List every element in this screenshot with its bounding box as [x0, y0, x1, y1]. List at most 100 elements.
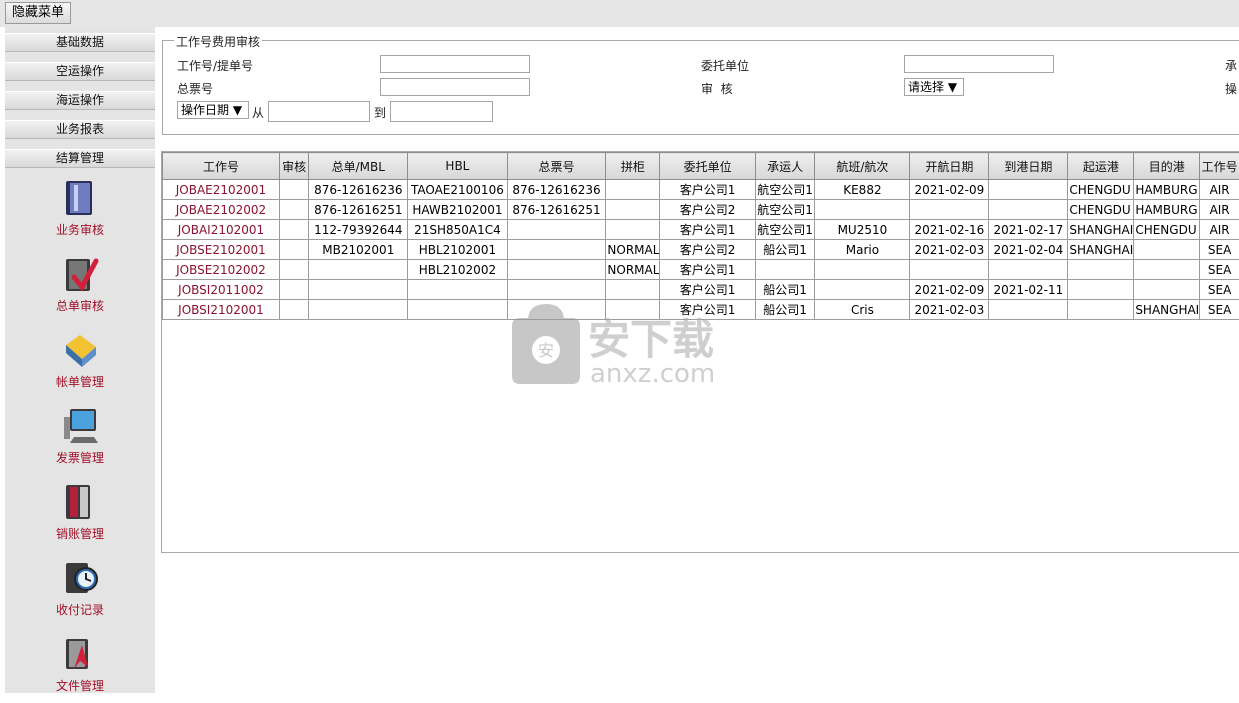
menu-group-reports[interactable]: 业务报表: [5, 120, 155, 139]
table-cell: [815, 200, 910, 220]
menu-group-air-ops[interactable]: 空运操作: [5, 62, 155, 81]
column-header[interactable]: 目的港: [1134, 153, 1200, 180]
table-cell: SHANGHAI: [1134, 300, 1200, 320]
table-cell: 船公司1: [755, 280, 815, 300]
table-row[interactable]: JOBAE2102001876-12616236TAOAE2100106876-…: [163, 180, 1239, 200]
job-no-label: 工作号/提单号: [177, 57, 253, 74]
job-no-cell[interactable]: JOBSI2102001: [163, 300, 280, 320]
table-cell: [606, 180, 660, 200]
sidebar-item-file-management[interactable]: 文件管理: [5, 631, 155, 703]
hide-menu-button[interactable]: 隐藏菜单: [5, 2, 71, 24]
sidebar-item-business-audit[interactable]: 业务审核: [5, 175, 155, 247]
column-header[interactable]: 起运港: [1068, 153, 1134, 180]
folder-icon: [60, 327, 100, 371]
table-row[interactable]: JOBSE2102001MB2102001HBL2102001NORMAL客户公…: [163, 240, 1239, 260]
column-header[interactable]: 开航日期: [910, 153, 989, 180]
job-no-input[interactable]: [380, 55, 530, 73]
table-cell: [507, 220, 606, 240]
column-header[interactable]: 拼柜: [606, 153, 660, 180]
table-row[interactable]: JOBAI2102001112-7939264421SH850A1C4客户公司1…: [163, 220, 1239, 240]
table-cell: [989, 260, 1068, 280]
book-check-icon: [60, 251, 100, 295]
sidebar-item-label: 收付记录: [5, 601, 155, 618]
master-no-input[interactable]: [380, 78, 530, 96]
job-no-cell[interactable]: JOBAE2102001: [163, 180, 280, 200]
audit-label: 审 核: [701, 80, 733, 97]
master-no-label: 总票号: [177, 80, 213, 97]
job-no-cell[interactable]: JOBSE2102002: [163, 260, 280, 280]
job-no-cell[interactable]: JOBAE2102002: [163, 200, 280, 220]
table-cell: [606, 280, 660, 300]
column-header[interactable]: 审核: [279, 153, 308, 180]
table-cell: CHENGDU: [1134, 220, 1200, 240]
table-cell: [507, 300, 606, 320]
table-cell: [309, 300, 408, 320]
table-cell: [507, 240, 606, 260]
table-cell: [815, 260, 910, 280]
table-row[interactable]: JOBSI2011002客户公司1船公司12021-02-092021-02-1…: [163, 280, 1239, 300]
sidebar-item-label: 帐单管理: [5, 373, 155, 390]
job-no-cell[interactable]: JOBSI2011002: [163, 280, 280, 300]
table-cell: [1134, 280, 1200, 300]
table-cell: HBL2102001: [408, 240, 507, 260]
table-cell: 2021-02-17: [989, 220, 1068, 240]
sidebar-item-writeoff-management[interactable]: 销账管理: [5, 479, 155, 551]
sidebar-item-label: 销账管理: [5, 525, 155, 542]
sidebar-item-label: 发票管理: [5, 449, 155, 466]
carrier-label: 承: [1225, 57, 1237, 74]
table-cell: [279, 300, 308, 320]
date-type-select[interactable]: 操作日期 ▼: [177, 101, 249, 119]
date-from-input[interactable]: [268, 101, 370, 122]
table-row[interactable]: JOBSE2102002HBL2102002NORMAL客户公司1SEA: [163, 260, 1239, 280]
top-toolbar: 隐藏菜单: [0, 0, 1239, 27]
table-cell: 2021-02-03: [910, 300, 989, 320]
table-cell: 876-12616251: [309, 200, 408, 220]
column-header[interactable]: 承运人: [755, 153, 815, 180]
date-to-input[interactable]: [390, 101, 493, 122]
menu-group-settlement[interactable]: 结算管理: [5, 149, 155, 168]
column-header[interactable]: 总单/MBL: [309, 153, 408, 180]
table-cell: [507, 280, 606, 300]
table-cell: 客户公司2: [660, 200, 755, 220]
computer-icon: [60, 403, 100, 447]
table-cell: 2021-02-09: [910, 280, 989, 300]
sidebar-item-master-audit[interactable]: 总单审核: [5, 251, 155, 323]
table-cell: TAOAE2100106: [408, 180, 507, 200]
sidebar-item-payment-records[interactable]: 收付记录: [5, 555, 155, 627]
table-cell: [309, 280, 408, 300]
table-cell: 客户公司1: [660, 280, 755, 300]
sidebar-item-bill-management[interactable]: 帐单管理: [5, 327, 155, 399]
column-header[interactable]: 委托单位: [660, 153, 755, 180]
column-header[interactable]: 工作号: [163, 153, 280, 180]
book-icon: [60, 175, 100, 219]
menu-group-basic-data[interactable]: 基础数据: [5, 33, 155, 52]
table-cell: [815, 280, 910, 300]
table-cell: [1068, 300, 1134, 320]
table-row[interactable]: JOBSI2102001客户公司1船公司1Cris2021-02-03SHANG…: [163, 300, 1239, 320]
table-row[interactable]: JOBAE2102002876-12616251HAWB2102001876-1…: [163, 200, 1239, 220]
audit-select[interactable]: 请选择 ▼: [904, 78, 964, 96]
column-header[interactable]: 航班/航次: [815, 153, 910, 180]
sidebar: 基础数据 空运操作 海运操作 业务报表 结算管理 业务审核 总单审核 帐单管理: [5, 27, 155, 693]
table-cell: 876-12616251: [507, 200, 606, 220]
job-no-cell[interactable]: JOBSE2102001: [163, 240, 280, 260]
filter-legend: 工作号费用审核: [174, 33, 262, 50]
table-cell: [910, 260, 989, 280]
client-input[interactable]: [904, 55, 1054, 73]
column-header[interactable]: 工作号: [1200, 153, 1239, 180]
table-cell: KE882: [815, 180, 910, 200]
table-cell: HBL2102002: [408, 260, 507, 280]
menu-group-sea-ops[interactable]: 海运操作: [5, 91, 155, 110]
table-cell: 876-12616236: [507, 180, 606, 200]
table-cell: 客户公司1: [660, 260, 755, 280]
column-header[interactable]: 总票号: [507, 153, 606, 180]
sidebar-item-label: 文件管理: [5, 677, 155, 694]
column-header[interactable]: HBL: [408, 153, 507, 180]
job-no-cell[interactable]: JOBAI2102001: [163, 220, 280, 240]
table-cell: [279, 180, 308, 200]
column-header[interactable]: 到港日期: [989, 153, 1068, 180]
table-cell: [755, 260, 815, 280]
sidebar-item-invoice-management[interactable]: 发票管理: [5, 403, 155, 475]
table-cell: [309, 260, 408, 280]
table-cell: 2021-02-04: [989, 240, 1068, 260]
